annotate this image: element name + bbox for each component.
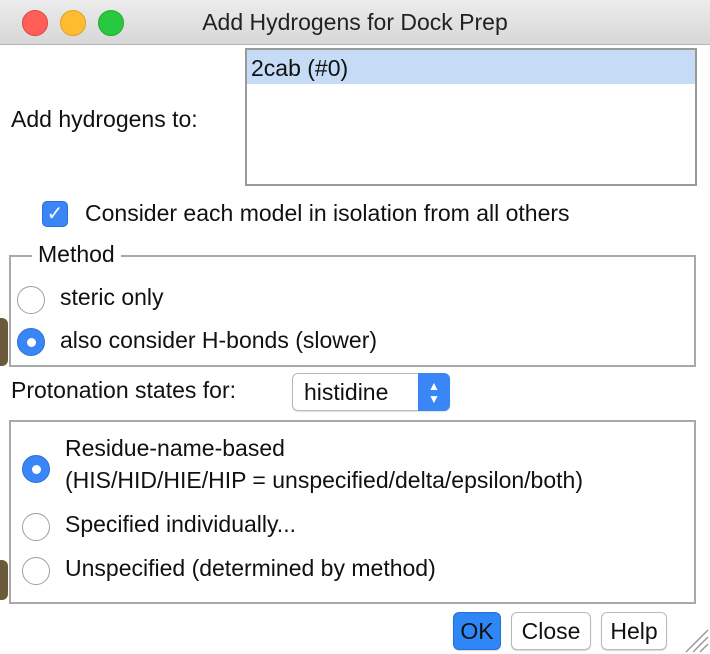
window-title: Add Hydrogens for Dock Prep	[202, 9, 508, 35]
title-bar[interactable]: Add Hydrogens for Dock Prep	[0, 0, 710, 45]
resize-grip-icon[interactable]	[678, 622, 710, 654]
list-item[interactable]: 2cab (#0)	[247, 50, 695, 84]
isolation-label[interactable]: Consider each model in isolation from al…	[85, 200, 570, 227]
protonation-option-unspecified[interactable]: Unspecified (determined by method)	[65, 555, 436, 582]
method-radio-steric[interactable]	[17, 286, 45, 314]
isolation-checkbox[interactable]: ✓	[42, 201, 68, 227]
model-listbox[interactable]: 2cab (#0)	[245, 48, 697, 186]
protonation-option-individual[interactable]: Specified individually...	[65, 511, 296, 538]
protonation-option-detail: (HIS/HID/HIE/HIP = unspecified/delta/eps…	[65, 467, 583, 493]
method-option-steric[interactable]: steric only	[60, 284, 164, 311]
protonation-radio-name-based[interactable]	[22, 455, 50, 483]
method-radio-hbonds[interactable]	[17, 328, 45, 356]
chevron-updown-icon: ▲ ▼	[418, 373, 450, 411]
background-decoration	[0, 318, 8, 366]
residue-select[interactable]: histidine ▲ ▼	[292, 373, 450, 411]
close-button[interactable]: Close	[511, 612, 591, 650]
protonation-radio-unspecified[interactable]	[22, 557, 50, 585]
method-option-hbonds[interactable]: also consider H-bonds (slower)	[60, 327, 377, 354]
protonation-label: Protonation states for:	[11, 377, 237, 403]
protonation-radio-individual[interactable]	[22, 513, 50, 541]
residue-select-value: histidine	[304, 379, 389, 405]
help-button[interactable]: Help	[601, 612, 667, 650]
method-group-title: Method	[32, 241, 121, 268]
protonation-option-name-based[interactable]: Residue-name-based	[65, 435, 285, 462]
background-decoration	[0, 560, 8, 600]
dialog-window: Add Hydrogens for Dock Prep Add hydrogen…	[0, 0, 710, 654]
ok-button[interactable]: OK	[453, 612, 501, 650]
add-hydrogens-label: Add hydrogens to:	[11, 106, 198, 132]
